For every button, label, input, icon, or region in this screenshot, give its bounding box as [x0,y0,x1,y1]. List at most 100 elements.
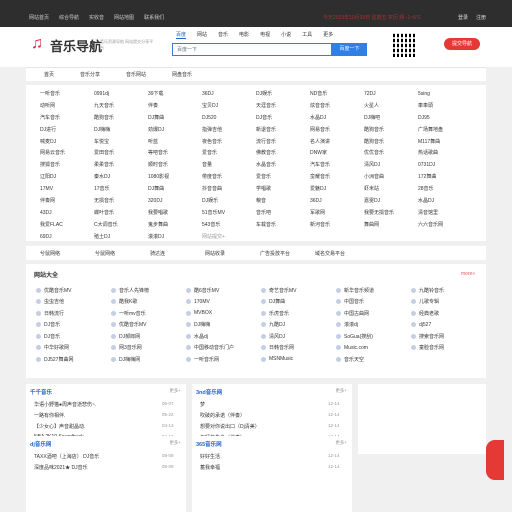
search-tab-tv[interactable]: 电视 [260,31,270,39]
quick-link[interactable]: 六六音乐网 [418,220,472,231]
partner-link[interactable]: 域名交易平台 [315,250,370,257]
quick-link[interactable]: DJ音乐 [256,113,310,124]
site-link[interactable]: DJ舞曲 [261,296,336,306]
quick-link[interactable]: DJ进行 [40,125,94,136]
quick-link[interactable]: 一听音乐 [40,89,94,100]
quick-link[interactable]: 爱田音乐 [94,148,148,159]
quick-link[interactable]: 热话歌曲 [418,148,472,159]
quick-link[interactable]: DJ舞曲 [148,113,202,124]
panel-item[interactable]: 梦 [200,401,205,408]
search-tab-novel[interactable]: 小说 [281,31,291,39]
quick-link[interactable]: 炫音音乐 [310,101,364,112]
quick-link[interactable]: DJ嗨嗨 [94,125,148,136]
top-nav-radio[interactable]: 实收音 [89,14,104,21]
quick-link[interactable]: DNW家 [310,148,364,159]
quick-link[interactable]: 抖音音曲 [202,184,256,195]
quick-link[interactable]: 网易云音乐 [40,148,94,159]
quick-link[interactable]: 名人演讲 [310,137,364,148]
site-link[interactable]: 中国音乐 [336,296,411,306]
quick-link[interactable]: 39下载 [148,89,202,100]
site-link[interactable]: 经典老歌 [411,308,486,318]
quick-link[interactable]: 1080影视 [148,172,202,183]
site-link[interactable]: DJ音乐 [36,319,111,329]
site-link[interactable]: 170MV [186,296,261,306]
quick-link[interactable]: 清音馆里 [418,208,472,219]
site-link[interactable]: 虫虫吉他 [36,296,111,306]
site-link[interactable]: Music.com [336,342,411,352]
quick-link[interactable]: 車車頭 [418,101,472,112]
site-link[interactable]: 音乐天空 [336,354,411,364]
quick-link[interactable]: DJ娱乐 [202,196,256,207]
panel-more-link[interactable]: 更多+ [169,388,181,394]
quick-link[interactable]: 小洲音曲 [364,172,418,183]
quick-link[interactable]: 伴奏网 [40,196,94,207]
quick-link[interactable]: 秦水DJ [94,172,148,183]
quick-link[interactable]: 69DJ [40,232,94,243]
partner-link[interactable]: 兮鼠网络 [40,250,95,257]
quick-link[interactable]: 火星人 [364,101,418,112]
quick-link[interactable]: 天涯音乐 [256,101,310,112]
site-link[interactable]: 中国移动音乐门户 [186,342,261,352]
site-link[interactable]: 一听音乐网 [186,354,261,364]
quick-link[interactable]: 36DJ [310,196,364,207]
quick-link[interactable]: 5sing [418,89,472,100]
quick-link[interactable]: 36DJ [202,89,256,100]
site-link[interactable]: 水晶dj [186,331,261,341]
quick-link[interactable]: 搜狐音乐 [40,160,94,171]
quick-link[interactable]: 顺时音乐 [148,160,202,171]
site-link[interactable]: 奇艺音乐MV [261,285,336,295]
quick-link[interactable]: 0731DJ [418,160,472,171]
top-nav-sitemap[interactable]: 网站地图 [114,14,134,21]
quick-link[interactable]: 伴奏 [148,101,202,112]
quick-link[interactable]: 51音乐MV [202,208,256,219]
site-link[interactable]: MVBOX [186,308,261,318]
site-link[interactable]: DJ嗨嗨网 [111,354,186,364]
quick-link[interactable]: 广场舞地盘 [418,125,472,136]
quick-link[interactable]: 音量 [202,160,256,171]
quick-link[interactable]: C大调音乐 [94,220,148,231]
panel-item[interactable]: 蓄我幸福 [200,464,220,471]
quick-link[interactable]: 等吧音乐 [148,148,202,159]
search-tab-music[interactable]: 音乐 [218,31,228,39]
site-logo-text[interactable]: 音乐导航 [50,36,102,55]
quick-link[interactable]: 喊麦DJ [40,137,94,148]
quick-link[interactable]: DJ95 [418,113,472,124]
search-input[interactable] [172,43,332,56]
site-link[interactable]: 日韩音乐网 [261,342,336,352]
quick-link[interactable]: 宝贝DJ [202,101,256,112]
site-link[interactable]: DJ音乐 [36,331,111,341]
quick-link[interactable]: 爱魅DJ [310,184,364,195]
quick-link[interactable]: 佛教音乐 [256,148,310,159]
panel-more-link[interactable]: 更多+ [335,388,347,394]
quick-link[interactable]: 酷狗音乐 [94,113,148,124]
add-site-button[interactable]: 提交导航 [444,38,480,50]
search-tab-more[interactable]: 更多 [323,31,333,39]
top-nav-general[interactable]: 综合导航 [59,14,79,21]
quick-link[interactable]: 无损音乐 [94,196,148,207]
site-directory-more-link[interactable]: more» [461,271,475,277]
panel-item[interactable]: 【少女心】声音甜晶动. [34,423,85,430]
quick-link[interactable]: 爱音乐 [256,172,310,183]
quick-link[interactable]: 听蓝 [148,137,202,148]
quick-link[interactable]: 柔柔音乐 [94,160,148,171]
quick-link[interactable]: 水晶DJ [310,113,364,124]
site-link[interactable]: 滚滚dj [336,319,411,329]
quick-link[interactable]: 粮音 [256,196,310,207]
search-tab-movie[interactable]: 电影 [239,31,249,39]
site-link[interactable]: 网3音乐网 [111,342,186,352]
quick-link[interactable]: 九天音乐 [94,101,148,112]
panel-item[interactable]: 深度品味2021★ DJ音乐 [34,464,88,471]
quick-link[interactable]: 夜色音乐 [202,137,256,148]
panel-item[interactable]: 吹破的承诺（伴奏） [200,412,245,419]
quick-link[interactable]: 水晶DJ [418,196,472,207]
site-link[interactable]: 九酷铃音乐 [411,285,486,295]
quick-link[interactable]: 鬼步舞曲 [148,220,202,231]
site-link[interactable]: 中国古曲网 [336,308,411,318]
quick-link[interactable]: 辽阳DJ [40,172,94,183]
site-link[interactable]: 九酷DJ [261,319,336,329]
search-tab-web[interactable]: 网站 [197,31,207,39]
quick-link[interactable]: M117舞曲 [418,137,472,148]
quick-link[interactable]: 劲爆DJ [148,125,202,136]
panel-item[interactable]: 一路有你相伴. [34,412,65,419]
site-link[interactable]: DJ嗨嗨 [186,319,261,329]
